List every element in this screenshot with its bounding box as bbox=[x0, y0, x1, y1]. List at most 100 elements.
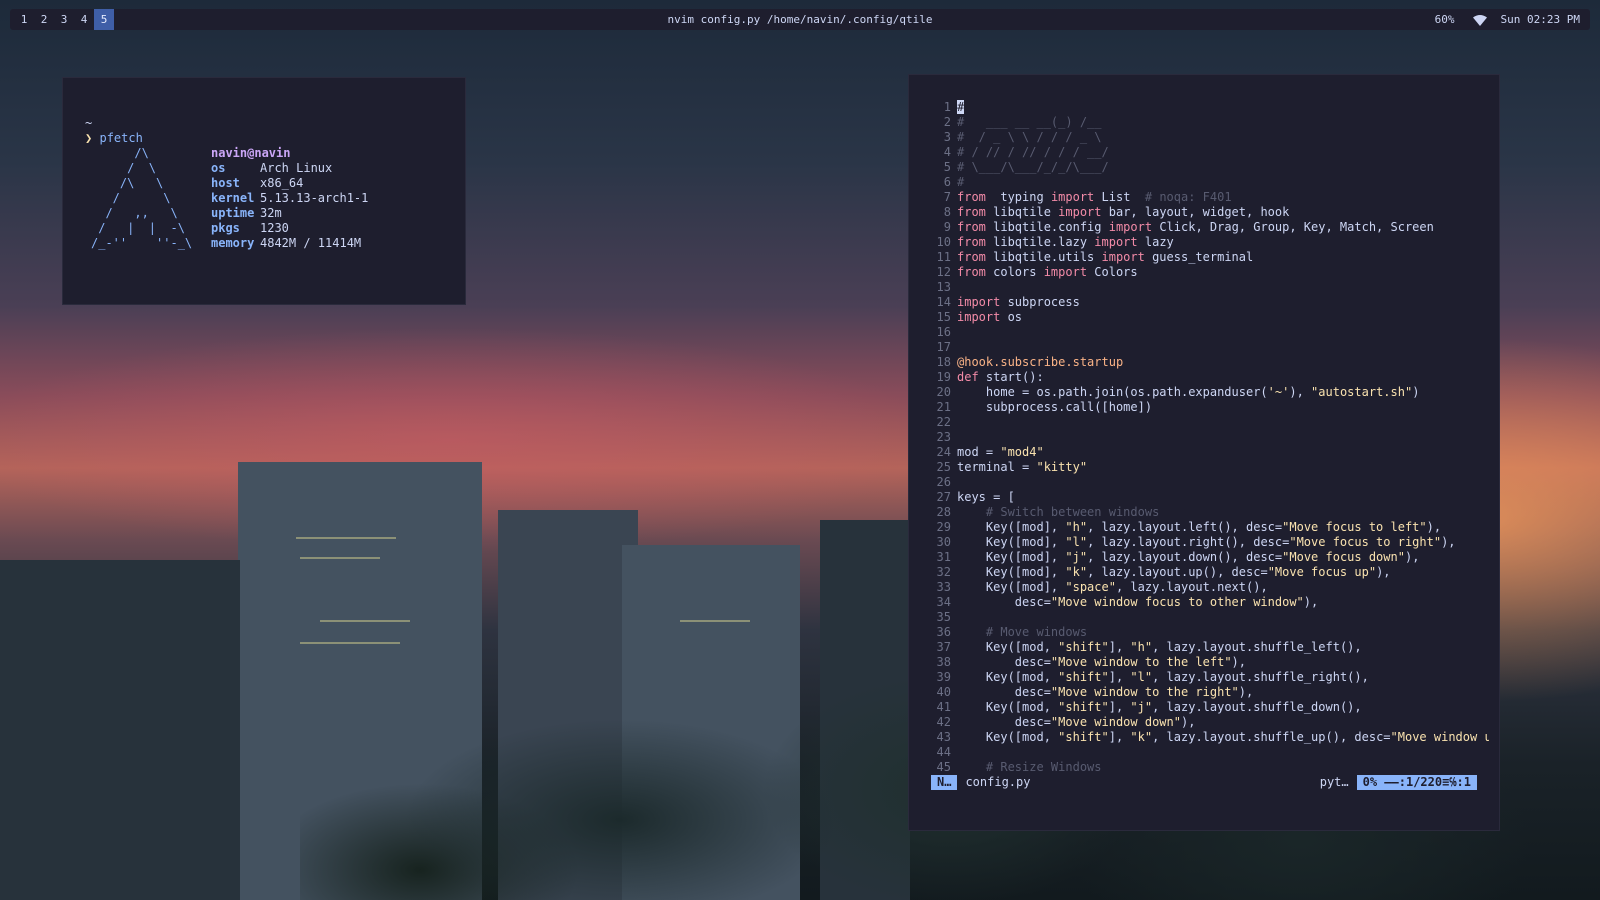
line-text: Key([mod], "j", lazy.layout.down(), desc… bbox=[951, 550, 1420, 565]
code-token: , lazy.layout.down(), desc= bbox=[1087, 550, 1283, 564]
line-number: 45 bbox=[936, 760, 951, 774]
code-token: Key([mod], bbox=[957, 565, 1066, 579]
line-number: 17 bbox=[936, 340, 951, 354]
line-number: 16 bbox=[936, 325, 951, 339]
line-number: 22 bbox=[936, 415, 951, 429]
code-token: , lazy.layout.up(), desc= bbox=[1087, 565, 1268, 579]
code-line[interactable]: 3 # / _ \ \ / / / _ \ bbox=[929, 130, 1489, 145]
line-number: 1 bbox=[943, 100, 951, 114]
code-line[interactable]: 29 Key([mod], "h", lazy.layout.left(), d… bbox=[929, 520, 1489, 535]
code-line[interactable]: 39 Key([mod, "shift"], "l", lazy.layout.… bbox=[929, 670, 1489, 685]
code-line[interactable]: 20 home = os.path.join(os.path.expanduse… bbox=[929, 385, 1489, 400]
code-line[interactable]: 37 Key([mod, "shift"], "h", lazy.layout.… bbox=[929, 640, 1489, 655]
code-line[interactable]: 2 # ___ __ __(_) /__ bbox=[929, 115, 1489, 130]
code-line[interactable]: 41 Key([mod, "shift"], "j", lazy.layout.… bbox=[929, 700, 1489, 715]
code-line[interactable]: 43 Key([mod, "shift"], "k", lazy.layout.… bbox=[929, 730, 1489, 745]
code-line[interactable]: 17 bbox=[929, 340, 1489, 355]
line-number: 25 bbox=[936, 460, 951, 474]
code-line[interactable]: 10 from libqtile.lazy import lazy bbox=[929, 235, 1489, 250]
code-token: "kitty" bbox=[1036, 460, 1088, 474]
window-lights bbox=[320, 620, 410, 622]
line-number: 14 bbox=[936, 295, 951, 309]
code-token: Key([mod, bbox=[957, 730, 1059, 744]
status-filename: config.py bbox=[965, 775, 1031, 789]
line-text: # bbox=[951, 100, 965, 115]
code-line[interactable]: 38 desc="Move window to the left"), bbox=[929, 655, 1489, 670]
code-token: start(): bbox=[978, 370, 1044, 384]
code-line[interactable]: 19 def start(): bbox=[929, 370, 1489, 385]
clock: Sun 02:23 PM bbox=[1500, 13, 1580, 26]
code-line[interactable]: 13 bbox=[929, 280, 1489, 295]
code-line[interactable]: 31 Key([mod], "j", lazy.layout.down(), d… bbox=[929, 550, 1489, 565]
line-text: subprocess.call([home]) bbox=[951, 400, 1152, 415]
code-token: home = os.path.join(os.path.expanduser( bbox=[957, 385, 1268, 399]
line-text: # Switch between windows bbox=[951, 505, 1159, 520]
code-line[interactable]: 11 from libqtile.utils import guess_termi… bbox=[929, 250, 1489, 265]
code-line[interactable]: 1 # bbox=[929, 100, 1489, 115]
line-text: Key([mod, "shift"], "k", lazy.layout.shu… bbox=[951, 730, 1489, 745]
code-line[interactable]: 45 # Resize Windows bbox=[929, 760, 1489, 775]
line-text: from libqtile.utils import guess_termina… bbox=[951, 250, 1253, 265]
code-line[interactable]: 5 # \___/\___/_/_/\___/ bbox=[929, 160, 1489, 175]
line-text: Key([mod, "shift"], "j", lazy.layout.shu… bbox=[951, 700, 1362, 715]
code-line[interactable]: 26 bbox=[929, 475, 1489, 490]
code-line[interactable]: 8 from libqtile import bar, layout, widge… bbox=[929, 205, 1489, 220]
text-cursor: # bbox=[957, 100, 965, 114]
top-bar: 1 2 3 4 5 nvim config.py /home/navin/.co… bbox=[10, 9, 1590, 30]
line-number: 12 bbox=[936, 265, 951, 279]
line-text bbox=[951, 430, 957, 445]
code-token: import bbox=[1043, 265, 1088, 279]
code-token: ) bbox=[1412, 385, 1420, 399]
code-line[interactable]: 24 mod = "mod4" bbox=[929, 445, 1489, 460]
nvim-editor-window[interactable]: 1 #2 # ___ __ __(_) /__ 3 # / _ \ \ / / / _ … bbox=[908, 74, 1500, 831]
info-value: 32m bbox=[260, 206, 282, 220]
code-line[interactable]: 16 bbox=[929, 325, 1489, 340]
code-line[interactable]: 12 from colors import Colors bbox=[929, 265, 1489, 280]
code-line[interactable]: 42 desc="Move window down"), bbox=[929, 715, 1489, 730]
code-buffer[interactable]: 1 #2 # ___ __ __(_) /__ 3 # / _ \ \ / / / _ … bbox=[929, 100, 1489, 790]
code-line[interactable]: 40 desc="Move window to the right"), bbox=[929, 685, 1489, 700]
code-token: # Resize Windows bbox=[957, 760, 1102, 774]
code-token: List bbox=[1094, 190, 1145, 204]
code-token: , lazy.layout.left(), desc= bbox=[1087, 520, 1283, 534]
info-value: 4842M / 11414M bbox=[260, 236, 362, 250]
terminal-window[interactable]: ~ ❯ pfetch /\ / \ /\ \ / \ / ,, \ / | | … bbox=[62, 77, 466, 305]
code-line[interactable]: 7 from typing import List # noqa: F401 bbox=[929, 190, 1489, 205]
code-line[interactable]: 21 subprocess.call([home]) bbox=[929, 400, 1489, 415]
code-token: ), bbox=[1404, 550, 1420, 564]
line-number: 6 bbox=[943, 175, 951, 189]
info-value: 5.13.13-arch1-1 bbox=[260, 191, 369, 205]
code-token: import bbox=[957, 310, 1001, 324]
window-title: nvim config.py /home/navin/.config/qtile bbox=[667, 13, 933, 26]
code-line[interactable]: 18 @hook.subscribe.startup bbox=[929, 355, 1489, 370]
code-token: import bbox=[957, 295, 1001, 309]
line-text: # \___/\___/_/_/\___/ bbox=[951, 160, 1109, 175]
line-text: desc="Move window to the right"), bbox=[951, 685, 1253, 700]
code-line[interactable]: 6 # bbox=[929, 175, 1489, 190]
code-line[interactable]: 36 # Move windows bbox=[929, 625, 1489, 640]
status-widgets: 60% Sun 02:23 PM bbox=[1421, 9, 1580, 30]
code-token: ), bbox=[1441, 535, 1456, 549]
code-token: "Move window to the left" bbox=[1050, 655, 1232, 669]
code-line[interactable]: 25 terminal = "kitty" bbox=[929, 460, 1489, 475]
code-line[interactable]: 23 bbox=[929, 430, 1489, 445]
code-line[interactable]: 32 Key([mod], "k", lazy.layout.up(), des… bbox=[929, 565, 1489, 580]
code-line[interactable]: 14 import subprocess bbox=[929, 295, 1489, 310]
code-token: "shift" bbox=[1058, 640, 1109, 654]
info-key: host bbox=[211, 176, 240, 190]
code-line[interactable]: 30 Key([mod], "l", lazy.layout.right(), … bbox=[929, 535, 1489, 550]
info-row-pkgs: pkgs 1230 bbox=[211, 221, 368, 236]
code-line[interactable]: 22 bbox=[929, 415, 1489, 430]
code-line[interactable]: 27 keys = [ bbox=[929, 490, 1489, 505]
code-line[interactable]: 28 # Switch between windows bbox=[929, 505, 1489, 520]
statusline: N… config.py pyt… 0% ——:1/220≡℅:1 bbox=[931, 775, 1477, 790]
code-line[interactable]: 15 import os bbox=[929, 310, 1489, 325]
code-line[interactable]: 4 # / // / // / / / __/ bbox=[929, 145, 1489, 160]
line-text: # Move windows bbox=[951, 625, 1087, 640]
code-line[interactable]: 9 from libqtile.config import Click, Drag… bbox=[929, 220, 1489, 235]
code-token: "h" bbox=[1065, 520, 1088, 534]
code-line[interactable]: 35 bbox=[929, 610, 1489, 625]
code-line[interactable]: 44 bbox=[929, 745, 1489, 760]
code-line[interactable]: 33 Key([mod], "space", lazy.layout.next(… bbox=[929, 580, 1489, 595]
code-line[interactable]: 34 desc="Move window focus to other wind… bbox=[929, 595, 1489, 610]
